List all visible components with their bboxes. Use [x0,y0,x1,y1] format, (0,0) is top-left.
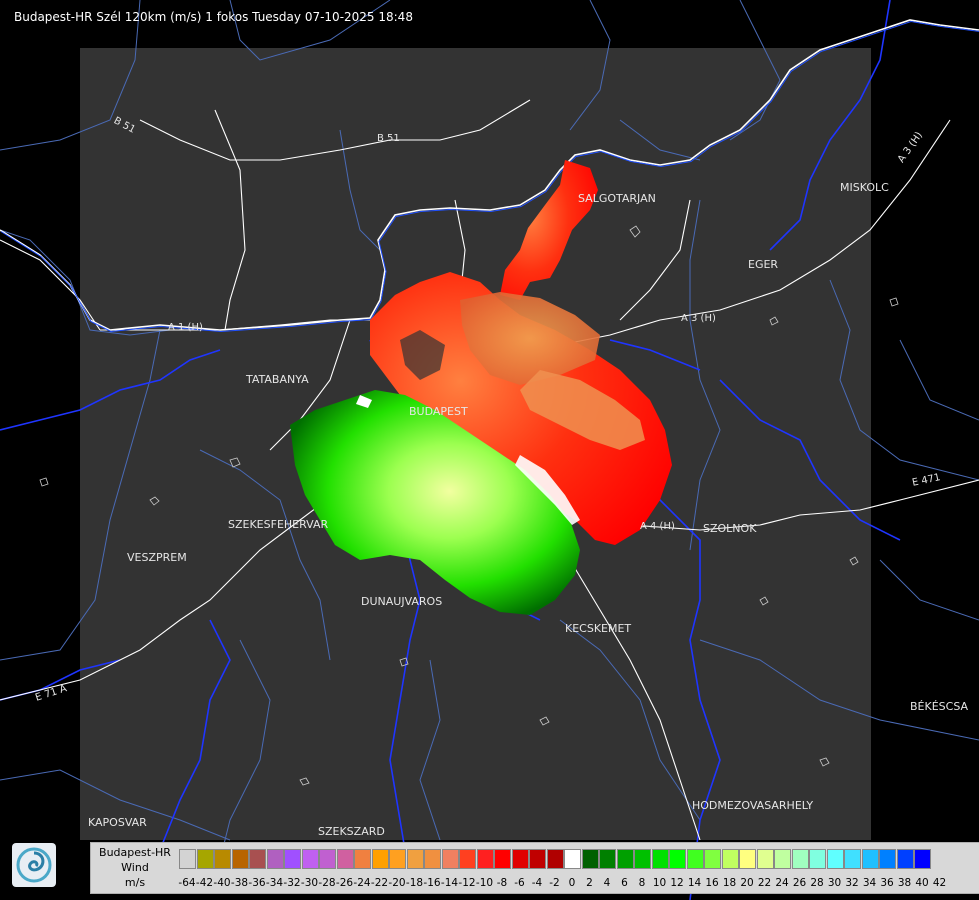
swirl-icon [16,847,52,883]
legend-swatch [319,849,336,869]
road-label-a1: A 1 (H) [168,322,203,333]
city-label-tatabanya: TATABANYA [246,373,309,386]
legend-radar-name: Budapest-HR [99,846,171,859]
color-legend: Budapest-HR Wind m/s -64 -42 -40 -38 -36 -34-… [90,842,979,894]
radar-map [0,0,979,900]
legend-swatch [546,849,564,869]
city-label-eger: EGER [748,258,779,271]
map-title: Budapest-HR Szél 120km (m/s) 1 fokos Tue… [14,10,413,24]
legend-unit: m/s [124,876,146,889]
city-label-kaposvar: KAPOSVAR [88,816,147,829]
city-label-miskolc: MISKOLC [840,181,889,194]
legend-tick-label: 42 [932,877,947,889]
legend-swatch [844,849,861,869]
city-label-szekszard: SZEKSZARD [318,825,385,838]
legend-swatch [861,849,879,869]
city-label-dunaujvaros: DUNAUJVAROS [361,595,443,608]
road-label-a3: A 3 (H) [681,313,716,324]
legend-swatch [791,849,809,869]
legend-swatch [389,849,406,869]
legend-swatch [879,849,896,869]
legend-swatch [704,849,721,869]
legend-title: Budapest-HR Wind m/s [91,845,179,890]
legend-swatch [266,849,284,869]
legend-swatch [739,849,756,869]
legend-swatch [284,849,301,869]
legend-swatch [301,849,319,869]
city-label-szolnok: SZOLNOK [703,522,757,535]
legend-swatch [336,849,354,869]
road-label-b51: B 51 [377,133,400,144]
legend-swatch [371,849,389,869]
legend-swatch [581,849,599,869]
legend-swatch [669,849,686,869]
city-label-bekescsaba: BÉKÉSCSA [910,700,969,713]
legend-swatch [616,849,634,869]
legend-swatch [231,849,249,869]
city-label-salgotarjan: SALGOTARJAN [578,192,656,205]
road-label-a4: A 4 (H) [640,521,675,532]
legend-swatch [441,849,459,869]
legend-swatch [249,849,266,869]
met-service-logo [12,843,56,887]
legend-swatch [494,849,511,869]
city-label-kecskemet: KECSKEMET [565,622,632,635]
legend-swatch [196,849,214,869]
legend-swatch [809,849,826,869]
legend-swatch [564,849,581,869]
legend-swatch [179,849,196,869]
legend-swatch [756,849,774,869]
legend-swatch [774,849,791,869]
legend-swatch [634,849,651,869]
legend-swatch [914,849,931,869]
legend-swatch [599,849,616,869]
legend-swatch [214,849,231,869]
legend-swatch [406,849,424,869]
legend-swatch [721,849,739,869]
legend-swatch [529,849,546,869]
legend-swatch [354,849,371,869]
legend-swatch [826,849,844,869]
city-label-veszprem: VESZPREM [127,551,187,564]
legend-swatch [686,849,704,869]
legend-swatch [424,849,441,869]
legend-swatch [511,849,529,869]
legend-swatch [459,849,476,869]
legend-quantity: Wind [121,861,149,874]
legend-swatch [476,849,494,869]
legend-swatch [651,849,669,869]
city-label-budapest: BUDAPEST [409,405,468,418]
city-label-szekesfehervar: SZEKESFEHERVAR [228,518,329,531]
city-label-hodmezovasarhely: HODMEZOVASARHELY [692,799,814,812]
legend-swatch [896,849,914,869]
